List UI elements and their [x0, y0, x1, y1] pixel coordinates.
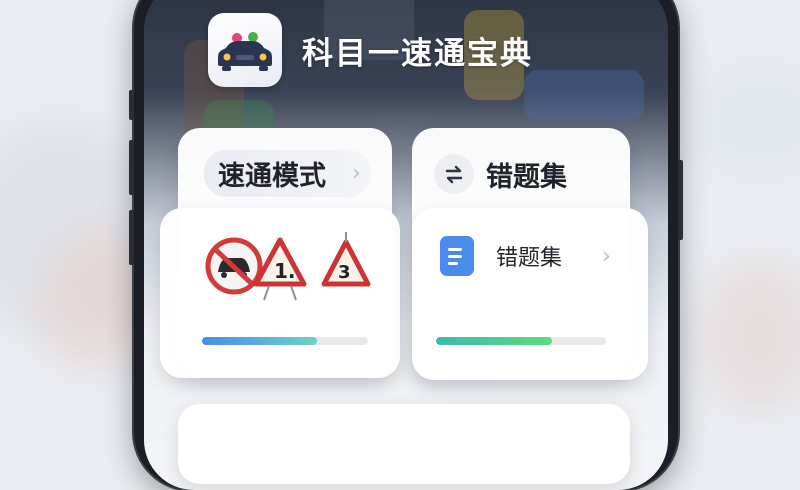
phone-screen: 科目一速通宝典 速通模式 › 1. 3 错题集 错题集 › [144, 0, 668, 490]
wallpaper-shape [524, 70, 644, 120]
phone-side-button [129, 210, 134, 265]
wrong-set-inner-card[interactable] [412, 208, 648, 380]
phone-side-button [129, 140, 134, 195]
svg-text:1.: 1. [274, 259, 296, 283]
swap-icon [434, 154, 474, 194]
app-title: 科目一速通宝典 [302, 35, 533, 72]
car-icon[interactable] [208, 13, 282, 87]
svg-text:3: 3 [338, 262, 351, 283]
wrong-set-item-label: 错题集 [496, 246, 563, 271]
wrong-set-list-item[interactable]: 错题集 › [440, 236, 611, 276]
background-blob [700, 260, 800, 410]
document-icon [440, 236, 474, 276]
warning-sign-1-icon: 1. [253, 237, 307, 301]
fast-mode-progress-fill [202, 337, 317, 345]
app-header: 科目一速通宝典 [208, 13, 533, 87]
wrong-set-progress-bar [436, 337, 606, 345]
fast-mode-sign-icons: 1. 3 [205, 232, 371, 301]
wrong-set-progress-fill [436, 337, 552, 345]
wrong-set-header-title: 错题集 [486, 161, 567, 193]
wrong-set-header[interactable]: 错题集 [434, 154, 567, 194]
warning-sign-3-icon: 3 [321, 232, 371, 287]
phone-side-button [129, 90, 134, 120]
fast-mode-title: 速通模式 [218, 161, 326, 192]
fast-mode-header[interactable]: 速通模式 › [204, 150, 371, 197]
bottom-card[interactable] [178, 404, 630, 484]
chevron-right-icon: › [602, 243, 611, 269]
phone-frame: 科目一速通宝典 速通模式 › 1. 3 错题集 错题集 › [129, 0, 683, 490]
background-blob [690, 60, 800, 180]
chevron-right-icon: › [352, 161, 361, 186]
fast-mode-progress-bar [202, 337, 368, 345]
phone-side-button [678, 160, 683, 240]
no-overtaking-sign-icon [205, 237, 263, 295]
